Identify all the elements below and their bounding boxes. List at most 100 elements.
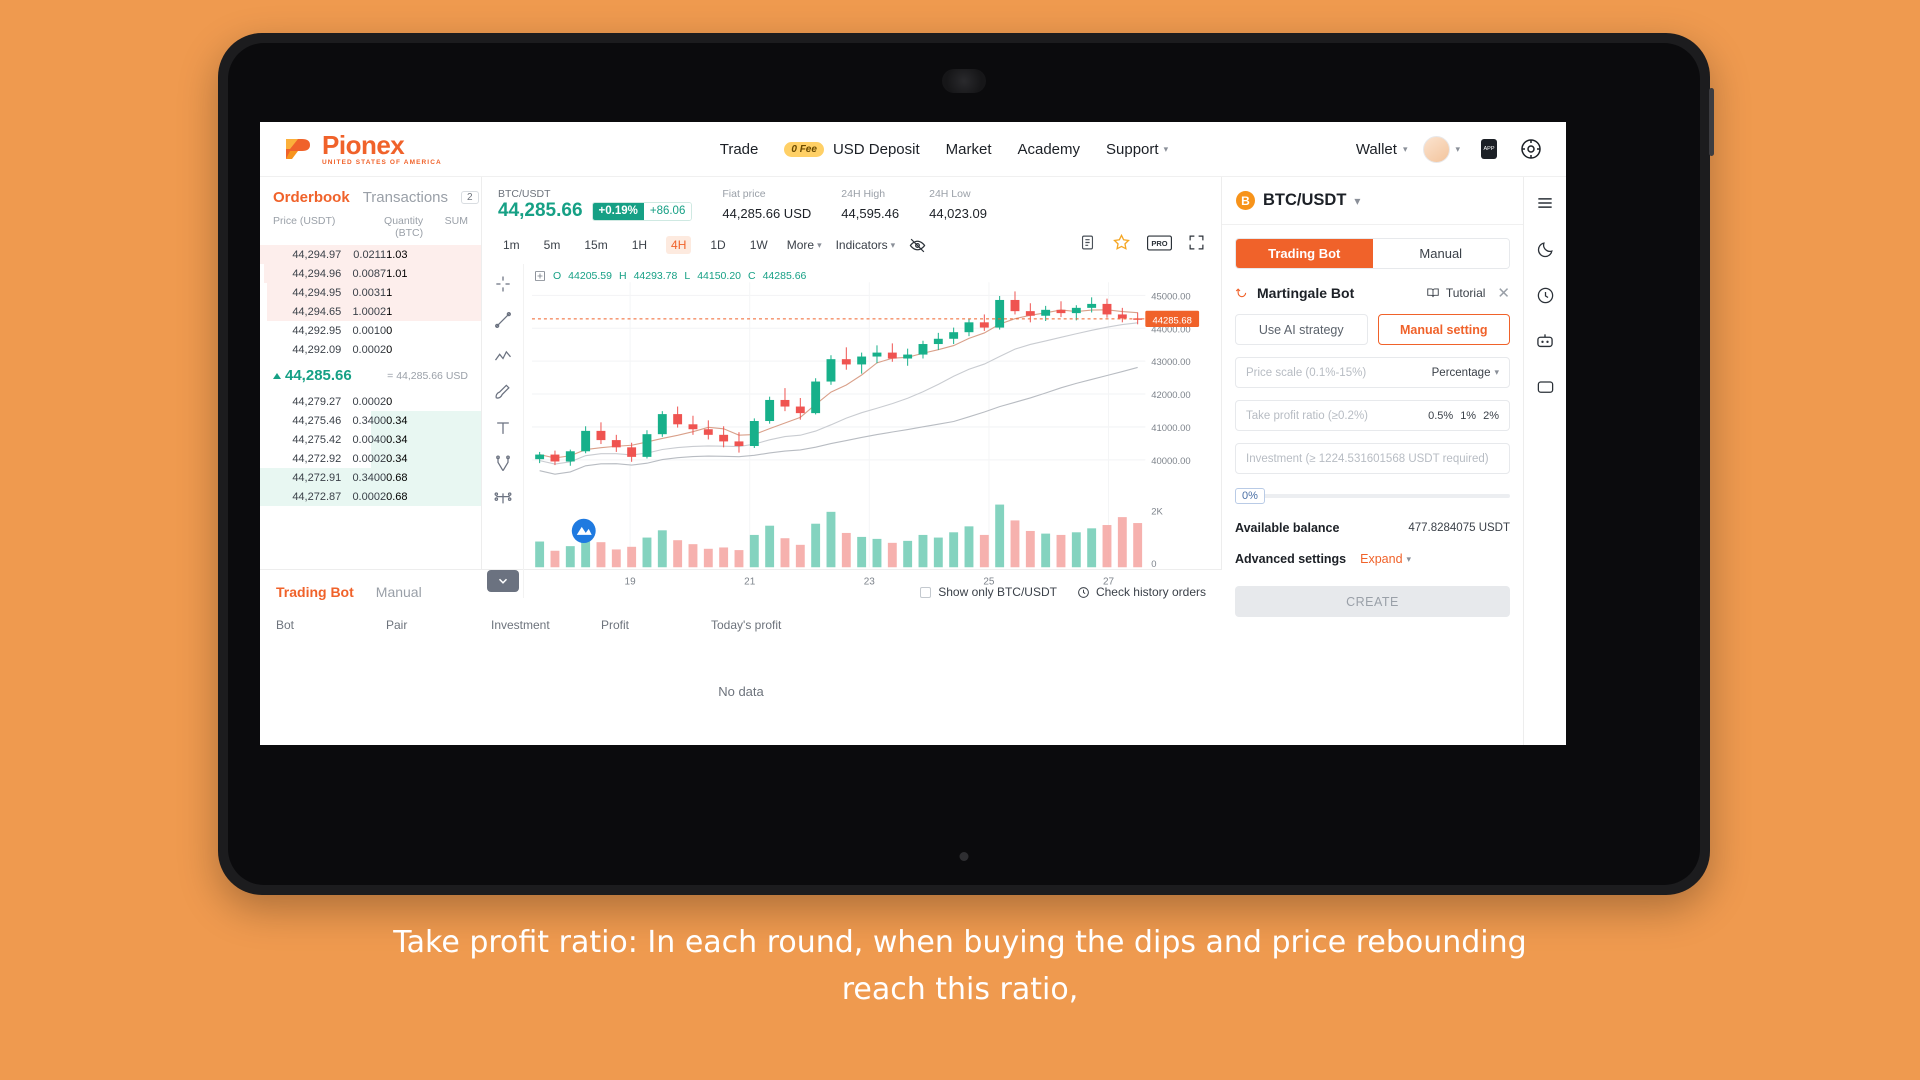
orderbook-row[interactable]: 44,275.46 0.3400 0.34 — [260, 411, 481, 430]
row-quantity: 0.0211 — [353, 248, 387, 261]
price-chart[interactable]: O 44205.59 H 44293.78 L 44150.20 C 44285… — [524, 264, 1221, 598]
investment-field[interactable]: Investment (≥ 1224.531601568 USDT requir… — [1235, 443, 1510, 474]
gear-icon[interactable] — [1518, 136, 1544, 162]
segment-manual[interactable]: Manual — [1372, 239, 1509, 268]
tab-orderbook[interactable]: Orderbook — [273, 189, 350, 206]
nav-item-support[interactable]: Support ▾ — [1106, 141, 1168, 158]
tab-transactions[interactable]: Transactions — [363, 189, 448, 206]
video-caption: Take profit ratio: In each round, when b… — [0, 920, 1920, 1013]
tab-manual[interactable]: Manual — [376, 584, 422, 600]
price-scale-unit-value: Percentage — [1431, 366, 1491, 379]
row-price: 44,272.91 — [292, 471, 342, 484]
orderbook-row[interactable]: 44,272.87 0.0002 0.68 — [260, 487, 481, 506]
wallet-menu[interactable]: Wallet ▾ — [1356, 141, 1408, 158]
chart-pair-block: BTC/USDT 44,285.66 +0.19% +86.06 — [498, 188, 693, 222]
fib-icon[interactable] — [491, 452, 515, 476]
timeframe-4H[interactable]: 4H — [666, 236, 692, 254]
chip-0-5[interactable]: 0.5% — [1428, 410, 1453, 422]
slider-track[interactable] — [1262, 494, 1510, 498]
indicators-dropdown[interactable]: Indicators ▾ — [836, 238, 896, 252]
clock-icon[interactable] — [1533, 283, 1557, 307]
app-icon[interactable]: APP — [1476, 136, 1502, 162]
manual-setting-button[interactable]: Manual setting — [1377, 314, 1510, 345]
column-investment: Investment — [491, 618, 550, 632]
chart-price: 44,285.66 — [498, 200, 583, 221]
timeframe-1H[interactable]: 1H — [627, 236, 652, 254]
orderbook-row[interactable]: 44,279.27 0.0002 0 — [260, 392, 481, 411]
nav-item-academy[interactable]: Academy — [1017, 141, 1080, 158]
magnet-icon[interactable] — [491, 488, 515, 512]
orderbook-row[interactable]: 44,272.91 0.3400 0.68 — [260, 468, 481, 487]
ohlc-low-label: L — [684, 270, 691, 282]
orderbook-row[interactable]: 44,294.96 0.0087 1.01 — [260, 264, 481, 283]
change-absolute: +86.06 — [643, 202, 692, 220]
chip-2[interactable]: 2% — [1483, 410, 1499, 422]
trendline-icon[interactable] — [491, 308, 515, 332]
fullscreen-icon[interactable] — [1188, 234, 1205, 256]
ohlc-close-label: C — [748, 270, 756, 282]
orderbook-row[interactable]: 44,294.65 1.0002 1 — [260, 302, 481, 321]
selected-pair: BTC/USDT — [1263, 191, 1347, 209]
svg-text:21: 21 — [744, 576, 755, 587]
nav-item-market[interactable]: Market — [946, 141, 992, 158]
nav-item-trade[interactable]: Trade — [720, 141, 759, 158]
crosshair-icon[interactable] — [491, 272, 515, 296]
ohlc-low: 44150.20 — [697, 270, 741, 282]
more-timeframes-dropdown[interactable]: More ▾ — [787, 238, 822, 252]
avatar — [1423, 135, 1451, 163]
orderbook-row[interactable]: 44,294.95 0.0031 1 — [260, 283, 481, 302]
take-profit-field[interactable]: Take profit ratio (≥0.2%) 0.5% 1% 2% — [1235, 400, 1510, 431]
user-menu[interactable]: ▾ — [1423, 135, 1460, 163]
list-icon[interactable] — [1079, 234, 1096, 256]
nav-item-usd-deposit[interactable]: 0 Fee USD Deposit — [784, 141, 920, 158]
mid-price-value: 44,285.66 — [285, 367, 352, 384]
text-icon[interactable] — [491, 416, 515, 440]
eye-off-icon[interactable] — [909, 237, 926, 254]
star-icon[interactable] — [1112, 233, 1131, 257]
orderbook-row[interactable]: 44,292.09 0.0002 0 — [260, 340, 481, 359]
advanced-settings-label: Advanced settings — [1235, 552, 1347, 566]
brand-tagline: UNITED STATES OF AMERICA — [322, 158, 442, 166]
wave-icon[interactable] — [491, 344, 515, 368]
orderbook-depth-count[interactable]: 2 — [461, 191, 479, 204]
timeframe-5m[interactable]: 5m — [539, 236, 566, 254]
row-sum: 0.68 — [386, 471, 408, 484]
close-icon[interactable]: ✕ — [1497, 284, 1510, 302]
orderbook-row[interactable]: 44,272.92 0.0002 0.34 — [260, 449, 481, 468]
row-price: 44,272.92 — [292, 452, 342, 465]
orderbook-row[interactable]: 44,275.42 0.0040 0.34 — [260, 430, 481, 449]
orderbook-row[interactable]: 44,292.95 0.0010 0 — [260, 321, 481, 340]
svg-text:41000.00: 41000.00 — [1151, 423, 1190, 434]
timeframe-1m[interactable]: 1m — [498, 236, 525, 254]
strategy-buttons: Use AI strategy Manual setting — [1235, 314, 1510, 345]
moon-icon[interactable] — [1533, 237, 1557, 261]
brand-logo[interactable]: Pionex UNITED STATES OF AMERICA — [282, 132, 532, 167]
orderbook-row[interactable]: 44,294.97 0.0211 1.03 — [260, 245, 481, 264]
expand-advanced-button[interactable]: Expand ▾ — [1360, 552, 1411, 566]
bot-panel-header[interactable]: B BTC/USDT ▾ — [1222, 177, 1523, 225]
price-scale-field[interactable]: Price scale (0.1%-15%) Percentage ▾ — [1235, 357, 1510, 388]
create-bot-button[interactable]: CREATE — [1235, 586, 1510, 617]
pro-icon[interactable]: PRO — [1146, 234, 1173, 256]
timeframe-1W[interactable]: 1W — [745, 236, 773, 254]
svg-text:APP: APP — [1483, 146, 1494, 152]
segment-trading-bot[interactable]: Trading Bot — [1236, 239, 1373, 268]
tab-trading-bot[interactable]: Trading Bot — [276, 584, 354, 600]
timeframe-1D[interactable]: 1D — [705, 236, 730, 254]
chat-icon[interactable] — [1533, 375, 1557, 399]
chevron-down-icon[interactable]: ▾ — [1354, 194, 1360, 208]
nav-label: Market — [945, 140, 992, 158]
row-sum: 0 — [386, 395, 393, 408]
martingale-icon — [1235, 287, 1247, 297]
brush-icon[interactable] — [491, 380, 515, 404]
drawing-toolbar — [482, 264, 524, 598]
use-ai-strategy-button[interactable]: Use AI strategy — [1235, 314, 1368, 345]
collapse-toolbar-button[interactable] — [486, 569, 519, 592]
bot-icon[interactable] — [1533, 329, 1557, 353]
timeframe-15m[interactable]: 15m — [579, 236, 612, 254]
investment-slider[interactable]: 0% — [1235, 488, 1510, 504]
tutorial-link[interactable]: Tutorial — [1426, 286, 1485, 300]
menu-icon[interactable] — [1533, 191, 1557, 215]
chip-1[interactable]: 1% — [1460, 410, 1476, 422]
price-scale-unit-select[interactable]: Percentage ▾ — [1432, 367, 1499, 379]
